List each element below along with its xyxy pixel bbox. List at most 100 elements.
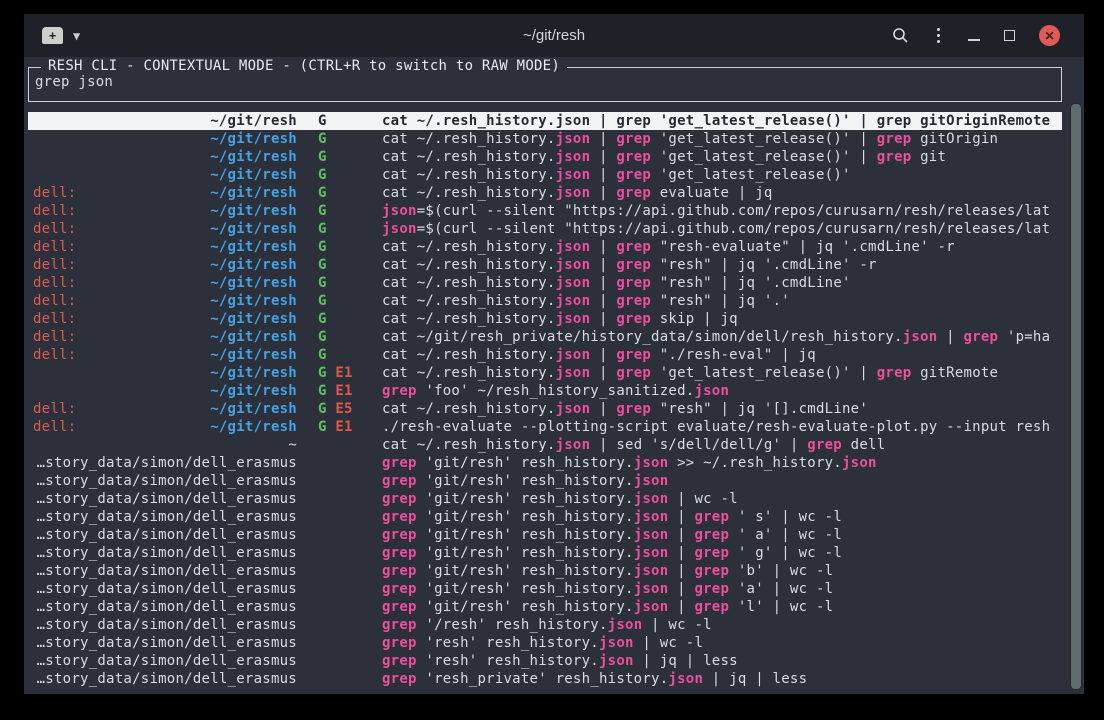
command-text: cat ~/.resh_history.json | grep skip | j… [382,310,1062,328]
command-text: cat ~/.resh_history.json | grep "./resh-… [382,346,1062,364]
history-row[interactable]: …story_data/simon/dell_erasmusgrep 'git/… [28,472,1062,490]
history-row[interactable]: ~cat ~/.resh_history.json | sed 's/dell/… [28,436,1062,454]
directory-label: ~/git/resh [33,148,297,166]
close-button[interactable]: ✕ [1039,25,1060,46]
flags-label [318,616,380,634]
command-text: grep 'resh' resh_history.json | jq | les… [382,652,1062,670]
command-text: cat ~/.resh_history.json | grep 'get_lat… [382,130,1062,148]
terminal-content: RESH CLI - CONTEXTUAL MODE - (CTRL+R to … [24,57,1084,694]
flags-label: G E1 [318,382,380,400]
command-text: grep 'git/resh' resh_history.json | wc -… [382,490,1062,508]
history-row[interactable]: …story_data/simon/dell_erasmusgrep '/res… [28,616,1062,634]
terminal-window: + ▼ ~/git/resh ✕ RESH CLI - CONTEXTUAL M… [24,14,1084,694]
command-text: ./resh-evaluate --plotting-script evalua… [382,418,1062,436]
history-row[interactable]: ~/git/reshGcat ~/.resh_history.json | gr… [28,166,1062,184]
flags-label: G [318,220,380,238]
history-row[interactable]: …story_data/simon/dell_erasmus grep 'git/… [28,580,1062,598]
command-text: grep 'foo' ~/resh_history_sanitized.json [382,382,1062,400]
history-row[interactable]: dell:~/git/reshGcat ~/.resh_history.json… [28,238,1062,256]
directory-label: ~/git/resh [33,238,297,256]
flags-label: G [318,112,380,130]
flags-label [318,508,380,526]
command-text: cat ~/.resh_history.json | grep "resh" |… [382,292,1062,310]
directory-label: ~/git/resh [33,418,297,436]
command-text: grep 'git/resh' resh_history.json | grep… [382,508,1062,526]
directory-label: ~/git/resh [33,130,297,148]
flags-label: G [318,184,380,202]
directory-label: ~/git/resh [33,256,297,274]
history-row[interactable]: dell:~/git/reshGcat ~/.resh_history.json… [28,256,1062,274]
flags-label [318,670,380,688]
directory-label: ~/git/resh [33,346,297,364]
history-row[interactable]: ~/git/reshG E1cat ~/.resh_history.json |… [28,364,1062,382]
command-text: cat ~/.resh_history.json | sed 's/dell/d… [382,436,1062,454]
flags-label [318,562,380,580]
command-text: cat ~/.resh_history.json | grep 'get_lat… [382,364,1062,382]
restore-button[interactable] [1004,30,1015,41]
directory-label: ~/git/resh [33,166,297,184]
flags-label: G [318,130,380,148]
history-row[interactable]: dell:~/git/reshGcat ~/.resh_history.json… [28,292,1062,310]
history-row[interactable]: …story_data/simon/dell_erasmusgrep 'git/… [28,454,1062,472]
flags-label: G [318,238,380,256]
history-row[interactable]: dell:~/git/reshGcat ~/git/resh_private/h… [28,328,1062,346]
history-row[interactable]: dell:~/git/reshGcat ~/.resh_history.json… [28,274,1062,292]
directory-label: …story_data/simon/dell_erasmus [33,508,297,526]
scrollbar[interactable] [1070,103,1082,690]
command-text: grep 'git/resh' resh_history.json | grep… [382,598,1062,616]
directory-label: ~/git/resh [33,382,297,400]
history-row[interactable]: dell:~/git/reshG E5cat ~/.resh_history.j… [28,400,1062,418]
flags-label: G [318,148,380,166]
command-text: cat ~/.resh_history.json | grep 'get_lat… [382,112,1062,130]
history-row[interactable]: ~/git/resh Gcat ~/.resh_history.json | gr… [28,130,1062,148]
search-icon[interactable] [892,27,909,44]
menu-kebab-icon[interactable] [933,28,944,43]
history-row[interactable]: dell:~/git/reshGcat ~/.resh_history.json… [28,184,1062,202]
history-row[interactable]: dell:~/git/reshGjson=$(curl --silent "ht… [28,220,1062,238]
resh-mode-title: RESH CLI - CONTEXTUAL MODE - (CTRL+R to … [41,58,567,74]
command-text: grep 'git/resh' resh_history.json | grep… [382,580,1062,598]
flags-label: G [318,346,380,364]
flags-label: G E1 [318,364,380,382]
history-row[interactable]: …story_data/simon/dell_erasmusgrep 'resh… [28,634,1062,652]
search-query-input[interactable]: grep json [35,74,113,90]
history-list: ~/git/resh Gcat ~/.resh_history.json | gr… [28,112,1062,688]
directory-label: …story_data/simon/dell_erasmus [33,454,297,472]
flags-label: G [318,256,380,274]
history-row[interactable]: ~/git/reshGcat ~/.resh_history.json | gr… [28,148,1062,166]
history-row[interactable]: …story_data/simon/dell_erasmusgrep 'git/… [28,544,1062,562]
command-text: cat ~/.resh_history.json | grep "resh" |… [382,274,1062,292]
flags-label: G [318,292,380,310]
flags-label: G [318,166,380,184]
history-row[interactable]: ~/git/resh Gcat ~/.resh_history.json | gr… [28,112,1062,130]
command-text: grep 'resh' resh_history.json | wc -l [382,634,1062,652]
history-row[interactable]: …story_data/simon/dell_erasmus grep 'git/… [28,490,1062,508]
history-row[interactable]: …story_data/simon/dell_erasmusgrep 'git/… [28,562,1062,580]
flags-label: G [318,202,380,220]
flags-label [318,490,380,508]
history-row[interactable]: …story_data/simon/dell_erasmusgrep 'resh… [28,652,1062,670]
directory-label: ~/git/resh [33,310,297,328]
resh-header-box: RESH CLI - CONTEXTUAL MODE - (CTRL+R to … [28,67,1062,102]
minimize-button[interactable] [968,39,980,41]
history-row[interactable]: dell:~/git/reshGcat ~/.resh_history.json… [28,346,1062,364]
flags-label [318,472,380,490]
directory-label: …story_data/simon/dell_erasmus [33,562,297,580]
directory-label: …story_data/simon/dell_erasmus [33,580,297,598]
directory-label: …story_data/simon/dell_erasmus [33,490,297,508]
history-row[interactable]: ~/git/resh G E1grep 'foo' ~/resh_history_… [28,382,1062,400]
flags-label: G [318,310,380,328]
history-row[interactable]: …story_data/simon/dell_erasmusgrep 'git/… [28,598,1062,616]
flags-label: G E1 [318,418,380,436]
history-row[interactable]: …story_data/simon/dell_erasmusgrep 'resh… [28,670,1062,688]
history-row[interactable]: dell:~/git/reshGjson=$(curl --silent "ht… [28,202,1062,220]
titlebar: + ▼ ~/git/resh ✕ [24,14,1084,57]
history-row[interactable]: dell:~/git/reshG E1./resh-evaluate --plo… [28,418,1062,436]
flags-label [318,598,380,616]
command-text: cat ~/.resh_history.json | grep "resh-ev… [382,238,1062,256]
history-row[interactable]: …story_data/simon/dell_erasmus grep 'git/… [28,508,1062,526]
history-row[interactable]: dell:~/git/reshGcat ~/.resh_history.json… [28,310,1062,328]
flags-label [318,436,380,454]
history-row[interactable]: …story_data/simon/dell_erasmusgrep 'git/… [28,526,1062,544]
directory-label: ~/git/resh [33,112,297,130]
